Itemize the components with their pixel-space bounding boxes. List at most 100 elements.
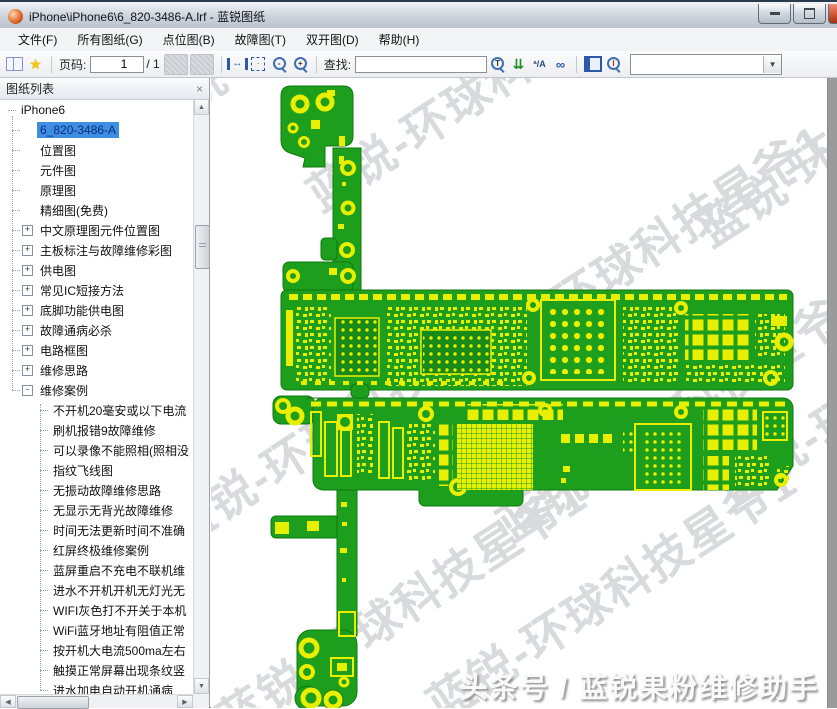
split-view-button[interactable] — [4, 54, 25, 74]
tree-item-label: 触摸正常屏幕出现条纹竖 — [50, 661, 188, 680]
expand-icon[interactable]: + — [22, 345, 33, 356]
tree-item[interactable]: 蓝屏重启不充电不联机维 — [0, 560, 193, 580]
menu-dual-view[interactable]: 双开图(D) — [296, 28, 369, 51]
zoom-out-button[interactable]: - — [269, 54, 290, 74]
tree-connector — [8, 110, 16, 111]
tree-item[interactable]: 触摸正常屏幕出现条纹竖 — [0, 660, 193, 680]
tree-item[interactable]: 原理图 — [0, 180, 193, 200]
find-all-button[interactable]: ⇊ — [508, 54, 529, 74]
tree-item[interactable]: 按开机大电流500ma左右 — [0, 640, 193, 660]
find-input[interactable] — [355, 56, 487, 73]
tree-item[interactable]: 进水不开机开机无灯光无 — [0, 580, 193, 600]
tree-connector — [12, 250, 20, 251]
prev-page-button[interactable] — [164, 54, 188, 75]
inspect-button[interactable]: I — [603, 54, 624, 74]
expand-icon[interactable]: + — [22, 285, 33, 296]
menu-help[interactable]: 帮助(H) — [369, 28, 430, 51]
tree-item[interactable]: +故障通病必杀 — [0, 320, 193, 340]
tree-connector — [12, 390, 20, 391]
tree-item[interactable]: +中文原理图元件位置图 — [0, 220, 193, 240]
favorites-button[interactable]: ★ — [25, 54, 46, 74]
page-number-input[interactable] — [90, 56, 144, 73]
tree-item-label: 原理图 — [37, 181, 79, 200]
tree-item-label: 位置图 — [37, 141, 79, 160]
tree-item[interactable]: 红屏终极维修案例 — [0, 540, 193, 560]
scroll-right-button[interactable]: ▶ — [177, 695, 193, 708]
tree-item[interactable]: 进水加电自动开机通病 — [0, 680, 193, 694]
zoom-out-icon: - — [272, 57, 287, 72]
tree-item[interactable]: iPhone6 — [0, 100, 193, 120]
tree-connector — [40, 650, 48, 651]
side-panel-button[interactable] — [582, 54, 603, 74]
drawing-tree: iPhone66_820-3486-A位置图元件图原理图精细图(免费)+中文原理… — [0, 100, 193, 694]
maximize-button[interactable] — [793, 4, 826, 24]
scroll-left-button[interactable]: ◀ — [0, 695, 16, 708]
tree-connector — [40, 450, 48, 451]
tree-item[interactable]: + 供电图 — [0, 260, 193, 280]
tree-item[interactable]: +主板标注与故障维修彩图 — [0, 240, 193, 260]
tree-item[interactable]: WiFi蓝牙地址有阻值正常 — [0, 620, 193, 640]
scroll-up-button[interactable]: ▲ — [194, 99, 209, 115]
tree-item[interactable]: 元件图 — [0, 160, 193, 180]
tree-item-label: 进水不开机开机无灯光无 — [50, 581, 188, 600]
fit-width-button[interactable]: ↔ — [227, 54, 248, 74]
menu-bitmap[interactable]: 点位图(B) — [153, 28, 225, 51]
match-case-button[interactable]: ª/A — [529, 54, 550, 74]
expand-icon[interactable]: + — [22, 305, 33, 316]
find-text-button[interactable]: T — [487, 54, 508, 74]
expand-icon[interactable]: + — [22, 265, 33, 276]
app-icon[interactable] — [8, 9, 23, 24]
tree-item[interactable]: +电路框图 — [0, 340, 193, 360]
pcb-drawing: 蓝锐-环球科技星爷1蓝锐-环球科技星爷1蓝锐-环球科技星爷1蓝锐-环球科技星爷1… — [211, 78, 827, 708]
drawing-canvas[interactable]: 蓝锐-环球科技星爷1蓝锐-环球科技星爷1蓝锐-环球科技星爷1蓝锐-环球科技星爷1… — [211, 78, 837, 708]
scroll-down-button[interactable]: ▼ — [194, 678, 209, 694]
expand-icon[interactable]: + — [22, 245, 33, 256]
sidebar-title: 图纸列表 — [6, 80, 54, 97]
tree-item[interactable]: 可以录像不能照相(照相没 — [0, 440, 193, 460]
menu-file[interactable]: 文件(F) — [8, 28, 67, 51]
collapse-icon[interactable]: - — [22, 385, 33, 396]
tree-item[interactable]: 无显示无背光故障维修 — [0, 500, 193, 520]
vertical-scrollbar[interactable]: ▲ ▼ — [193, 99, 209, 694]
tree-item[interactable]: WIFI灰色打不开关于本机 — [0, 600, 193, 620]
tree-item[interactable]: 6_820-3486-A — [0, 120, 193, 140]
tree-item[interactable]: 精细图(免费) — [0, 200, 193, 220]
tree-item[interactable]: -维修案例 — [0, 380, 193, 400]
next-page-button[interactable] — [190, 54, 214, 75]
tree-item[interactable]: 位置图 — [0, 140, 193, 160]
toolbar-separator — [51, 56, 52, 73]
expand-icon[interactable]: + — [22, 225, 33, 236]
drawing-combobox[interactable]: ▼ — [630, 54, 782, 75]
sidebar-close-button[interactable]: × — [196, 83, 203, 95]
tree-item[interactable]: +维修思路 — [0, 360, 193, 380]
tree-connector — [40, 670, 48, 671]
tree-item[interactable]: +底脚功能供电图 — [0, 300, 193, 320]
fit-page-button[interactable]: · — [248, 54, 269, 74]
tree-connector — [12, 210, 20, 211]
horizontal-scrollbar[interactable]: ◀ ▶ — [0, 694, 193, 708]
combobox-dropdown-button[interactable]: ▼ — [763, 56, 781, 73]
tree-connector — [40, 530, 48, 531]
menu-all-drawings[interactable]: 所有图纸(G) — [67, 28, 152, 51]
whole-word-icon: ∞ — [556, 57, 565, 72]
menu-fault-map[interactable]: 故障图(T) — [225, 28, 296, 51]
minimize-button[interactable] — [758, 4, 791, 24]
chevron-down-icon: ▼ — [769, 60, 777, 69]
horizontal-scroll-thumb[interactable] — [17, 696, 89, 709]
expand-icon[interactable]: + — [22, 325, 33, 336]
tree-connector — [12, 130, 20, 131]
tree-item-label: 供电图 — [37, 261, 79, 280]
zoom-in-button[interactable]: + — [290, 54, 311, 74]
tree-item[interactable]: 不开机20毫安或以下电流 — [0, 400, 193, 420]
whole-word-button[interactable]: ∞ — [550, 54, 571, 74]
close-button[interactable]: ✕ — [828, 4, 837, 24]
toolbar-separator — [316, 56, 317, 73]
vertical-scroll-thumb[interactable] — [195, 225, 210, 269]
tree-item[interactable]: +常见IC短接方法 — [0, 280, 193, 300]
tree-item[interactable]: 指纹飞线图 — [0, 460, 193, 480]
expand-icon[interactable]: + — [22, 365, 33, 376]
tree-item[interactable]: 刷机报错9故障维修 — [0, 420, 193, 440]
tree-connector — [12, 290, 20, 291]
tree-item[interactable]: 时间无法更新时间不准确 — [0, 520, 193, 540]
tree-item[interactable]: 无振动故障维修思路 — [0, 480, 193, 500]
